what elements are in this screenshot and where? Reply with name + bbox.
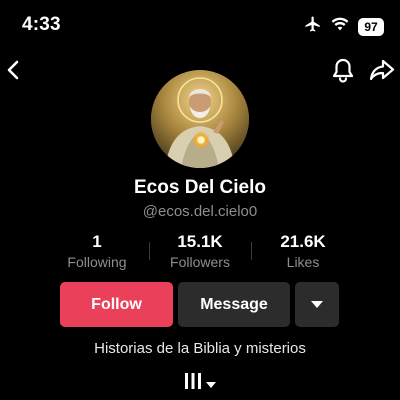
videos-tab[interactable] bbox=[184, 372, 216, 395]
status-time: 4:33 bbox=[22, 14, 61, 35]
stat-followers[interactable]: 15.1K Followers bbox=[145, 232, 255, 271]
stat-likes[interactable]: 21.6K Likes bbox=[248, 232, 358, 271]
profile-stats: 1 Following 15.1K Followers 21.6K Likes bbox=[0, 232, 400, 272]
status-bar: 4:33 97 bbox=[0, 0, 400, 50]
profile-actions: Follow Message bbox=[0, 282, 400, 328]
more-options-button[interactable] bbox=[295, 282, 339, 327]
follow-button[interactable]: Follow bbox=[60, 282, 173, 327]
stat-following[interactable]: 1 Following bbox=[42, 232, 152, 271]
stat-likes-label: Likes bbox=[286, 254, 320, 270]
grid-columns-icon bbox=[184, 372, 202, 395]
stat-followers-count: 15.1K bbox=[177, 232, 223, 251]
stat-following-count: 1 bbox=[92, 232, 102, 251]
status-icons: 97 bbox=[304, 15, 384, 38]
profile-display-name: Ecos Del Cielo bbox=[134, 177, 266, 198]
stat-following-label: Following bbox=[67, 254, 127, 270]
bell-icon bbox=[331, 57, 355, 88]
battery-icon: 97 bbox=[358, 17, 384, 36]
profile-avatar[interactable] bbox=[151, 70, 249, 168]
share-arrow-icon bbox=[369, 58, 395, 87]
stat-followers-label: Followers bbox=[170, 254, 230, 270]
back-chevron-icon bbox=[6, 59, 20, 86]
caret-down-icon bbox=[311, 296, 323, 314]
stat-likes-count: 21.6K bbox=[280, 232, 326, 251]
caret-down-icon bbox=[206, 375, 216, 393]
share-button[interactable] bbox=[368, 58, 396, 86]
avatar-image bbox=[151, 70, 249, 168]
back-button[interactable] bbox=[2, 58, 24, 86]
profile-bio: Historias de la Biblia y misterios bbox=[94, 340, 306, 357]
profile-username: @ecos.del.cielo0 bbox=[142, 203, 258, 220]
airplane-icon bbox=[304, 15, 322, 38]
message-button[interactable]: Message bbox=[178, 282, 290, 327]
notifications-button[interactable] bbox=[330, 58, 356, 86]
wifi-icon bbox=[331, 17, 349, 36]
